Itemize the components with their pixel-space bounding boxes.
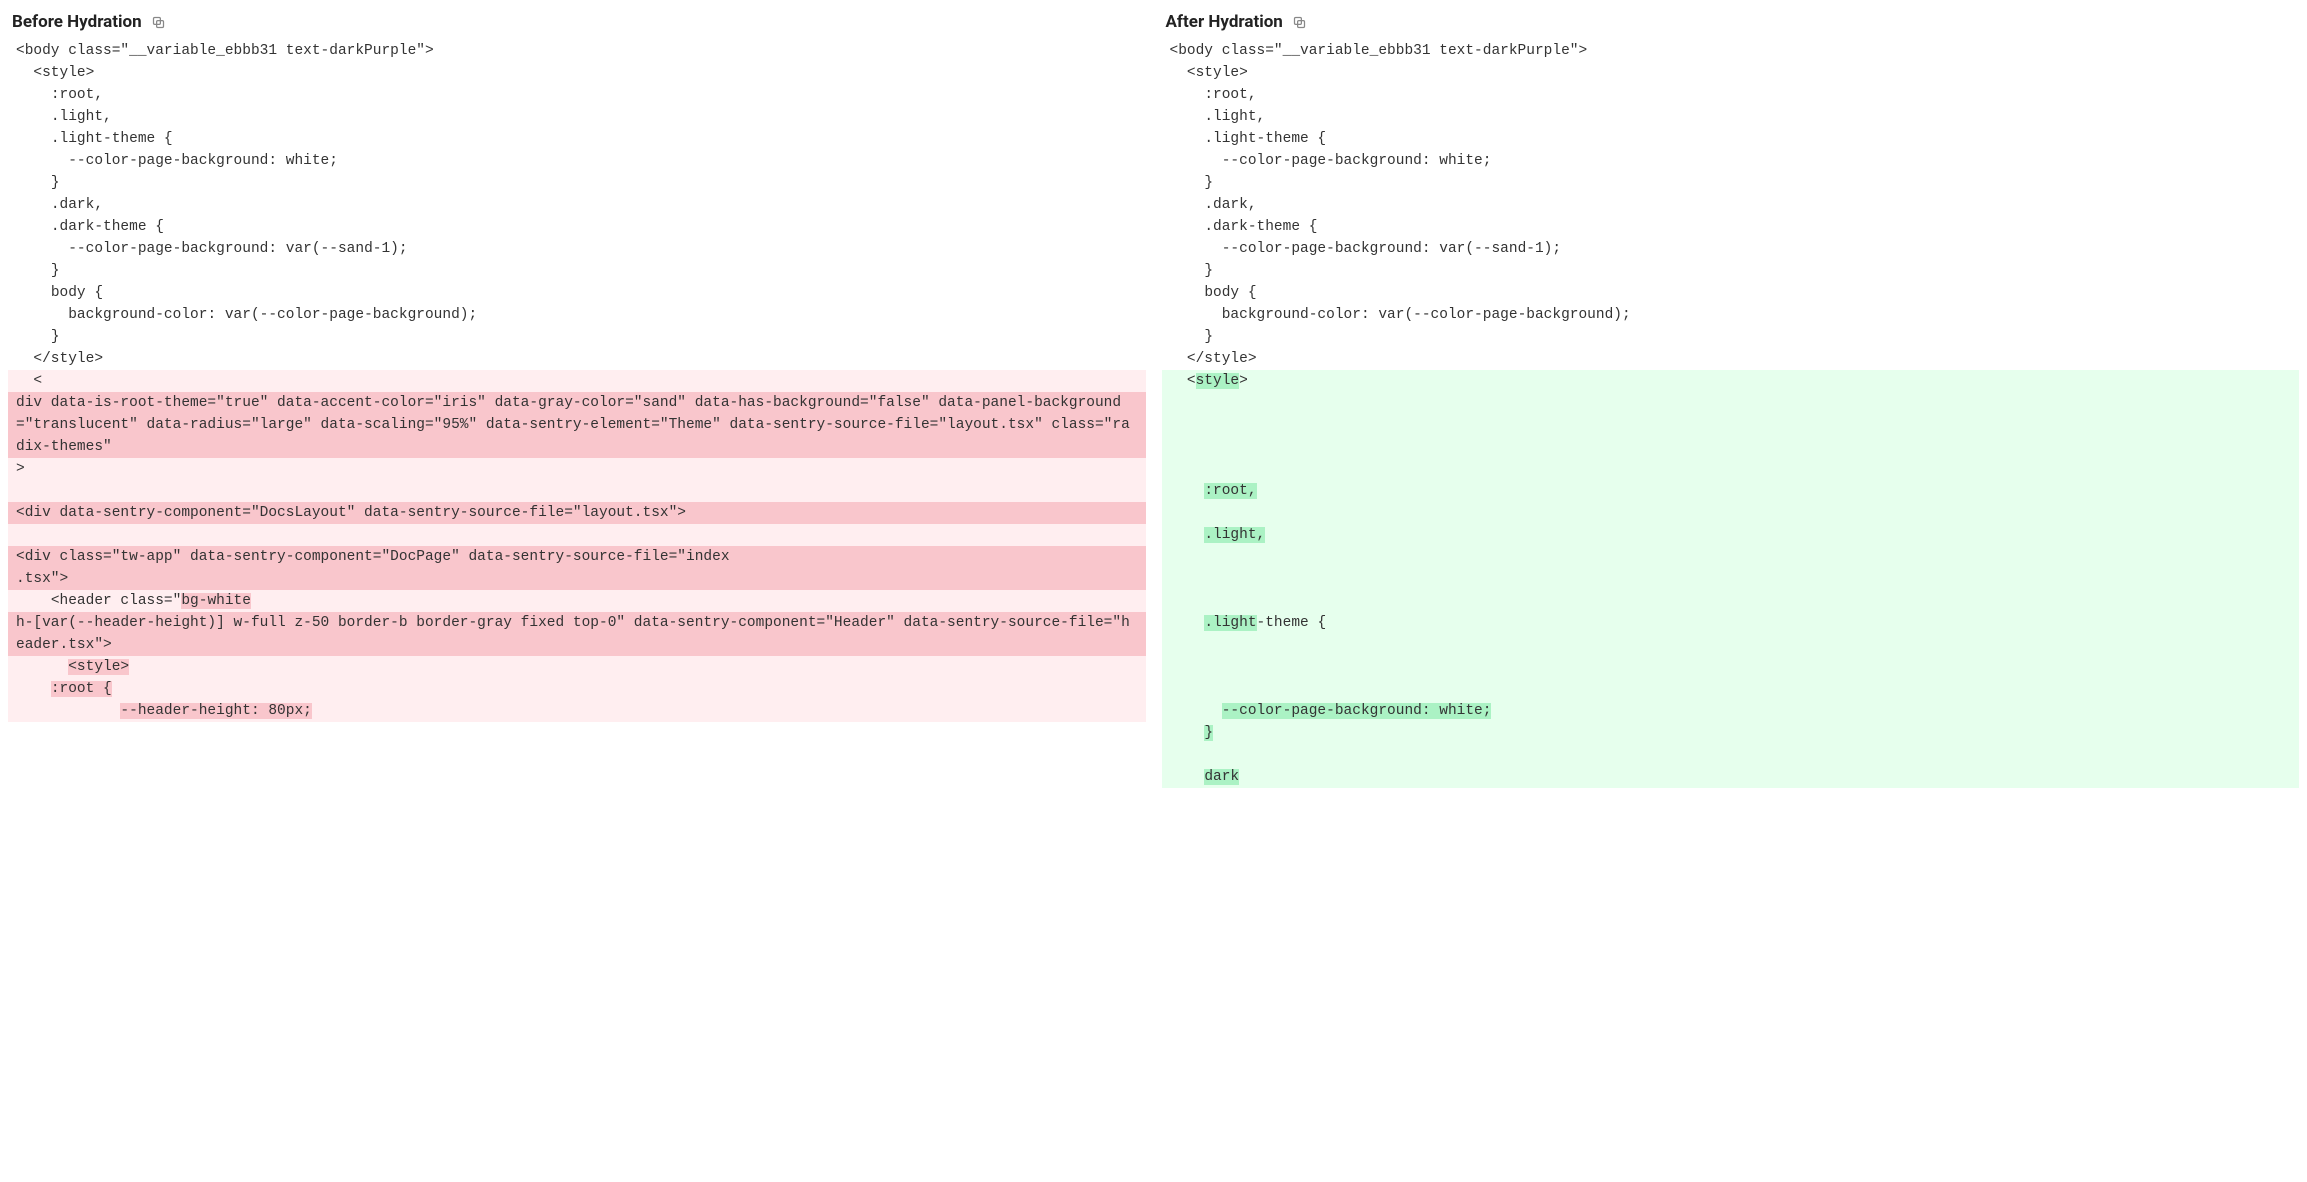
code-line	[8, 480, 1146, 502]
code-line: background-color: var(--color-page-backg…	[8, 304, 1146, 326]
diff-container: Before Hydration <body class="__variable…	[0, 0, 2307, 1182]
code-line	[1162, 546, 2300, 568]
code-line	[1162, 414, 2300, 436]
code-line: --color-page-background: white;	[8, 150, 1146, 172]
code-line	[1162, 392, 2300, 414]
code-line: }	[1162, 722, 2300, 744]
code-line: background-color: var(--color-page-backg…	[1162, 304, 2300, 326]
code-line	[1162, 436, 2300, 458]
code-line	[1162, 744, 2300, 766]
code-line: .light,	[8, 106, 1146, 128]
code-line	[1162, 656, 2300, 678]
code-line	[1162, 678, 2300, 700]
code-line: .tsx">	[8, 568, 1146, 590]
code-line: }	[1162, 326, 2300, 348]
code-line: .dark-theme {	[1162, 216, 2300, 238]
code-line: --color-page-background: var(--sand-1);	[8, 238, 1146, 260]
code-line: .light-theme {	[1162, 612, 2300, 634]
code-line: h-[var(--header-height)] w-full z-50 bor…	[8, 612, 1146, 656]
after-pane: After Hydration <body class="__variable_…	[1154, 0, 2307, 1182]
code-line: <style>	[1162, 370, 2300, 392]
before-pane: Before Hydration <body class="__variable…	[0, 0, 1154, 1182]
before-title: Before Hydration	[12, 12, 142, 32]
code-line: </style>	[8, 348, 1146, 370]
code-line: --color-page-background: var(--sand-1);	[1162, 238, 2300, 260]
code-line: body {	[1162, 282, 2300, 304]
after-title: After Hydration	[1166, 12, 1283, 32]
code-line: .dark-theme {	[8, 216, 1146, 238]
code-line: .light-theme {	[1162, 128, 2300, 150]
code-line	[1162, 634, 2300, 656]
code-line: :root,	[1162, 84, 2300, 106]
code-line: .light,	[1162, 524, 2300, 546]
code-line: dark	[1162, 766, 2300, 788]
code-line: }	[1162, 172, 2300, 194]
code-line: <body class="__variable_ebbb31 text-dark…	[8, 40, 1146, 62]
code-line: .dark,	[8, 194, 1146, 216]
code-line	[1162, 590, 2300, 612]
code-line: body {	[8, 282, 1146, 304]
code-line: <style>	[1162, 62, 2300, 84]
code-line: .light,	[1162, 106, 2300, 128]
code-line: :root,	[1162, 480, 2300, 502]
code-line: <body class="__variable_ebbb31 text-dark…	[1162, 40, 2300, 62]
after-header: After Hydration	[1162, 12, 2300, 40]
code-line: .dark,	[1162, 194, 2300, 216]
code-line: .light-theme {	[8, 128, 1146, 150]
copy-icon[interactable]	[150, 13, 168, 31]
code-line: --color-page-background: white;	[1162, 700, 2300, 722]
code-line: :root,	[8, 84, 1146, 106]
code-line: }	[8, 260, 1146, 282]
code-line: <div data-sentry-component="DocsLayout" …	[8, 502, 1146, 524]
code-line: <header class="bg-white	[8, 590, 1146, 612]
code-line: <	[8, 370, 1146, 392]
code-line: }	[8, 172, 1146, 194]
code-line	[1162, 458, 2300, 480]
code-line: <div class="tw-app" data-sentry-componen…	[8, 546, 1146, 568]
after-code: <body class="__variable_ebbb31 text-dark…	[1162, 40, 2300, 788]
code-line: <style>	[8, 656, 1146, 678]
copy-icon[interactable]	[1291, 13, 1309, 31]
code-line	[1162, 502, 2300, 524]
code-line: >	[8, 458, 1146, 480]
before-header: Before Hydration	[8, 12, 1146, 40]
code-line: }	[8, 326, 1146, 348]
code-line: }	[1162, 260, 2300, 282]
code-line	[8, 524, 1146, 546]
code-line: <style>	[8, 62, 1146, 84]
code-line: :root {	[8, 678, 1146, 700]
code-line: </style>	[1162, 348, 2300, 370]
code-line: --header-height: 80px;	[8, 700, 1146, 722]
code-line: div data-is-root-theme="true" data-accen…	[8, 392, 1146, 458]
before-code: <body class="__variable_ebbb31 text-dark…	[8, 40, 1146, 722]
code-line	[1162, 568, 2300, 590]
code-line: --color-page-background: white;	[1162, 150, 2300, 172]
